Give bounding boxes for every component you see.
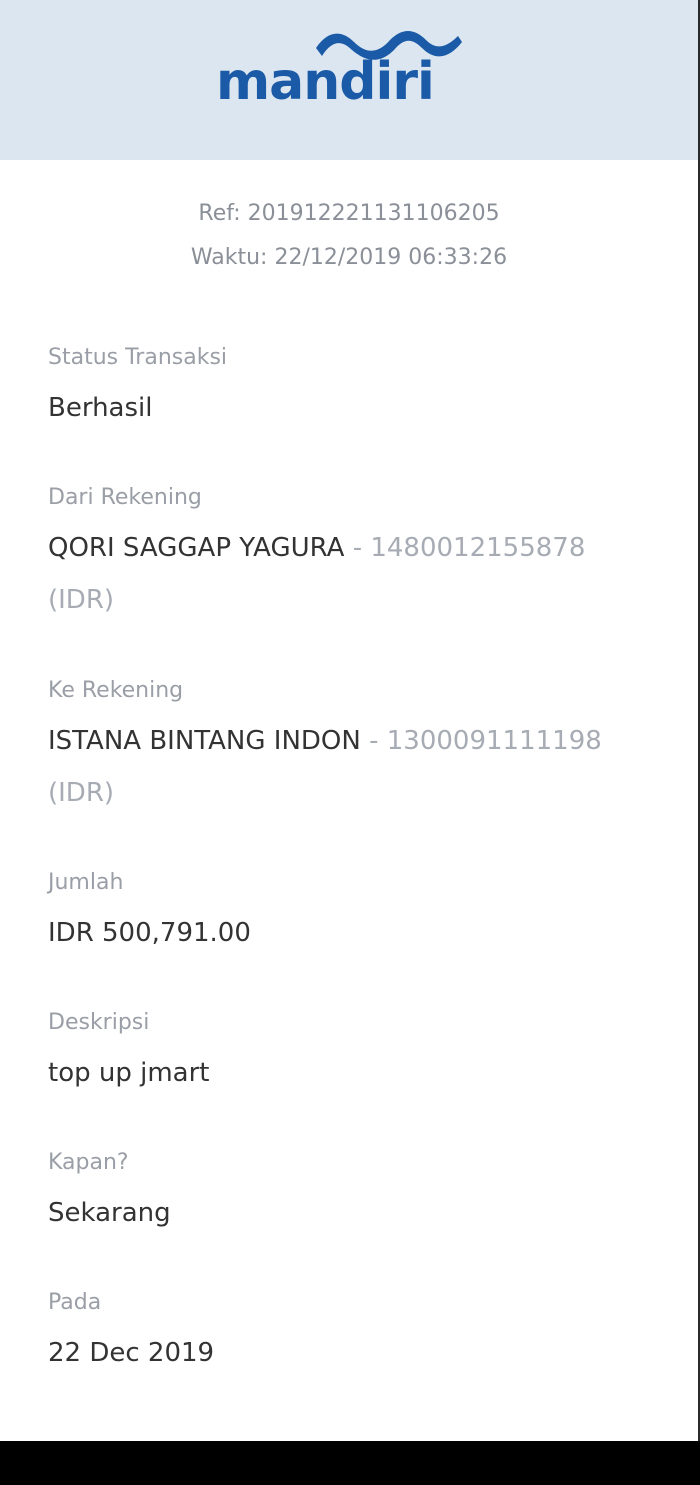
brand-name: mandiri — [216, 52, 435, 112]
from-account-name: QORI SAGGAP YAGURA — [48, 533, 345, 563]
to-account-name: ISTANA BINTANG INDON — [48, 726, 361, 756]
bottom-bar — [0, 1441, 700, 1485]
receipt-card: mandiri Ref: 201912221131106205 Waktu: 2… — [0, 0, 700, 1441]
from-account-value: QORI SAGGAP YAGURA - 1480012155878 (IDR) — [48, 522, 618, 626]
mandiri-logo: mandiri — [216, 26, 466, 112]
status-value: Berhasil — [48, 393, 153, 423]
schedule-label: Kapan? — [48, 1150, 129, 1175]
to-account-label: Ke Rekening — [48, 678, 184, 703]
description-label: Deskripsi — [48, 1010, 150, 1035]
date-label: Pada — [48, 1290, 102, 1315]
amount-value: IDR 500,791.00 — [48, 918, 251, 948]
header: mandiri — [0, 0, 698, 160]
status-label: Status Transaksi — [48, 345, 228, 370]
description-value: top up jmart — [48, 1058, 210, 1088]
amount-label: Jumlah — [48, 870, 124, 895]
reference-number: Ref: 201912221131106205 — [198, 201, 500, 226]
date-value: 22 Dec 2019 — [48, 1338, 215, 1368]
transaction-time: Waktu: 22/12/2019 06:33:26 — [190, 245, 508, 270]
schedule-value: Sekarang — [48, 1198, 171, 1228]
to-account-value: ISTANA BINTANG INDON - 1300091111198 (ID… — [48, 715, 618, 819]
from-account-label: Dari Rekening — [48, 485, 202, 510]
